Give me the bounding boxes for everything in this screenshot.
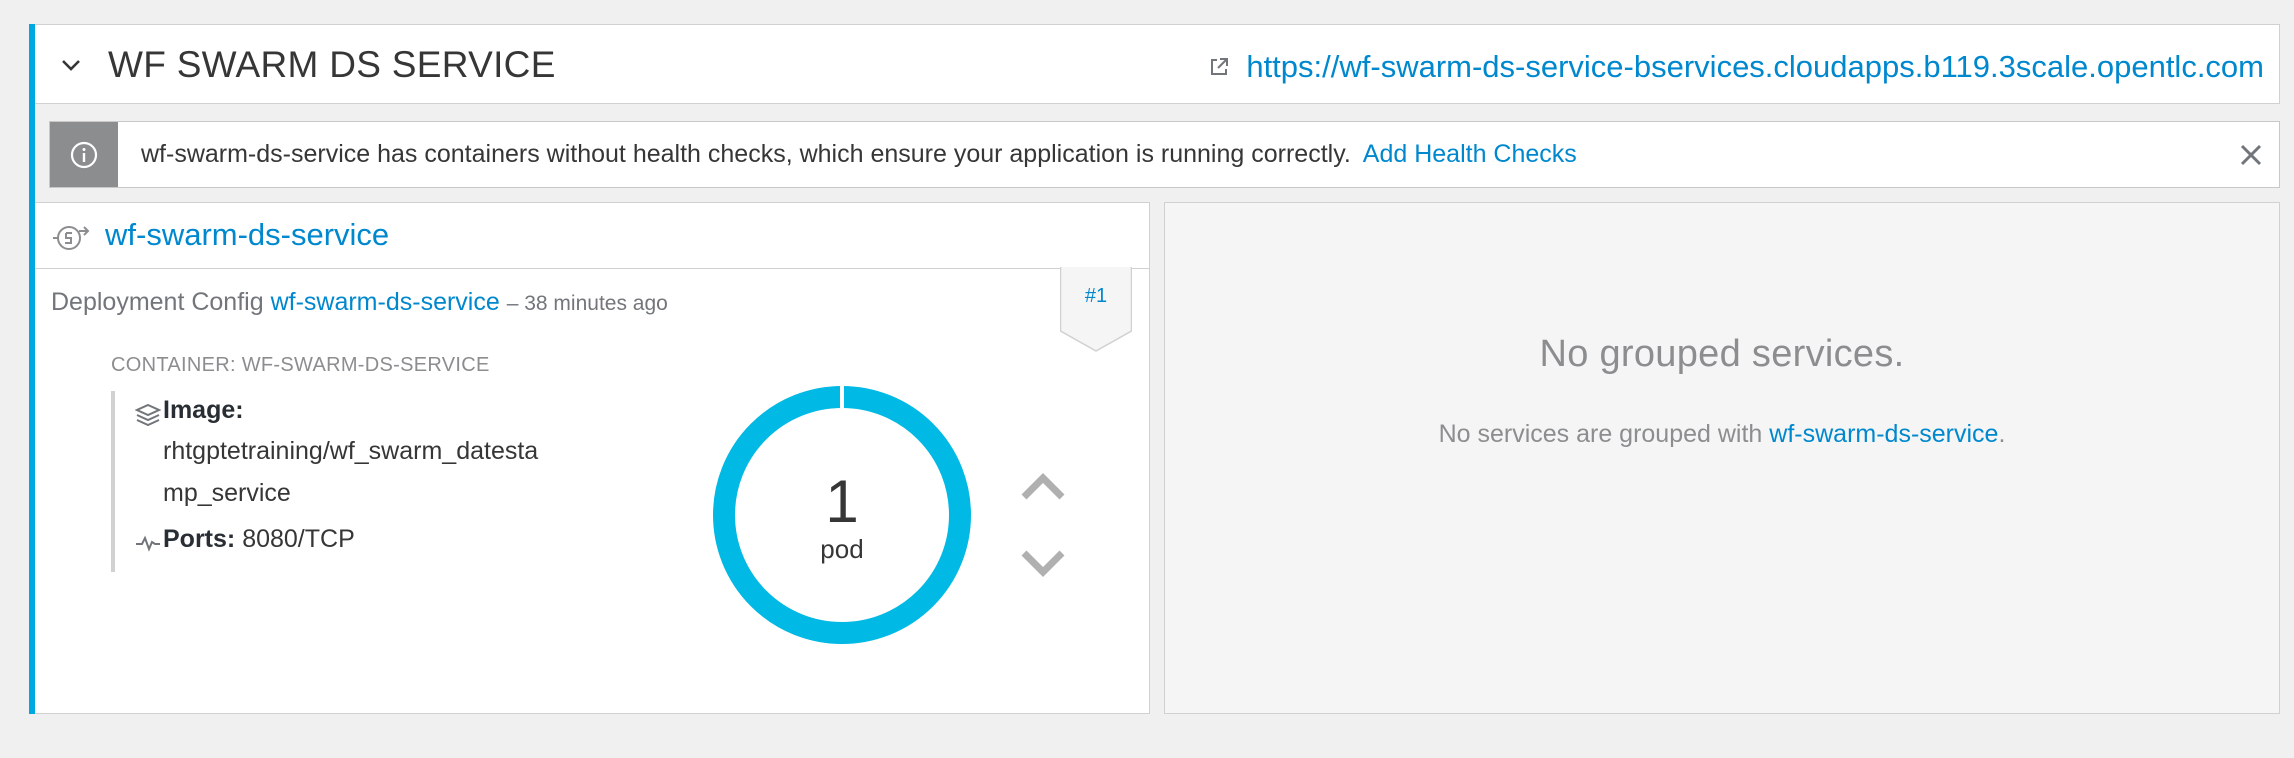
alert-message: wf-swarm-ds-service has containers witho…	[141, 140, 1351, 168]
add-health-checks-link[interactable]: Add Health Checks	[1363, 140, 1577, 168]
service-card: WF SWARM DS SERVICE https://wf-swarm-ds-…	[29, 24, 2280, 714]
chevron-up-icon[interactable]	[1020, 471, 1066, 501]
ports-row: Ports: 8080/TCP	[163, 525, 355, 554]
container-info: Image: rhtgptetraining/wf_swarm_datesta …	[111, 391, 538, 572]
chevron-down-icon[interactable]	[1020, 549, 1066, 579]
deployment-name-link[interactable]: wf-swarm-ds-service	[105, 215, 389, 255]
revision-badge-shape	[1059, 267, 1133, 352]
grouped-sub-prefix: No services are grouped with	[1438, 420, 1770, 448]
route-link-container: https://wf-swarm-ds-service-bservices.cl…	[1208, 45, 2264, 89]
service-title: WF SWARM DS SERVICE	[108, 44, 556, 85]
container-label: CONTAINER: WF-SWARM-DS-SERVICE	[111, 354, 490, 376]
deployment-panel: wf-swarm-ds-service Deployment Config wf…	[35, 202, 1150, 714]
close-icon[interactable]	[2237, 141, 2265, 169]
deployment-config-icon	[53, 226, 90, 250]
pulse-icon	[136, 535, 160, 552]
image-value-line1: rhtgptetraining/wf_swarm_datesta	[163, 437, 539, 465]
deployment-config-line: Deployment Config wf-swarm-ds-service – …	[51, 285, 668, 321]
revision-number[interactable]: #1	[1060, 285, 1132, 308]
route-url-link[interactable]: https://wf-swarm-ds-service-bservices.cl…	[1246, 49, 2264, 85]
alert-message-row: wf-swarm-ds-service has containers witho…	[141, 136, 1577, 172]
ports-label: Ports:	[163, 525, 236, 553]
grouped-services-panel: No grouped services. No services are gro…	[1164, 202, 2280, 714]
grouped-services-title: No grouped services.	[1539, 333, 1905, 375]
grouped-service-link[interactable]: wf-swarm-ds-service	[1769, 420, 1998, 448]
chevron-down-icon[interactable]	[59, 53, 83, 77]
pod-label: pod	[820, 534, 864, 564]
pod-count: 1	[825, 468, 859, 535]
image-value-line2: mp_service	[163, 479, 291, 507]
pod-donut[interactable]: 1 pod	[711, 384, 973, 646]
image-label-row: Image:	[163, 396, 244, 425]
external-link-icon	[1211, 58, 1229, 75]
layers-icon	[135, 403, 161, 427]
alert-icon-box	[50, 122, 118, 187]
health-check-alert: wf-swarm-ds-service has containers witho…	[49, 121, 2280, 188]
deployment-age: – 38 minutes ago	[506, 292, 668, 315]
deployment-config-prefix: Deployment Config	[51, 288, 264, 316]
grouped-sub-suffix: .	[1998, 420, 2006, 448]
image-label: Image:	[163, 396, 244, 424]
revision-badge[interactable]: #1	[1059, 267, 1133, 353]
grouped-services-message: No services are grouped with wf-swarm-ds…	[1165, 420, 2279, 449]
ports-value: 8080/TCP	[242, 525, 355, 553]
service-header: WF SWARM DS SERVICE https://wf-swarm-ds-…	[35, 24, 2280, 104]
deployment-header: wf-swarm-ds-service	[35, 203, 1149, 269]
deployment-config-link[interactable]: wf-swarm-ds-service	[271, 288, 500, 316]
info-icon	[70, 141, 98, 168]
